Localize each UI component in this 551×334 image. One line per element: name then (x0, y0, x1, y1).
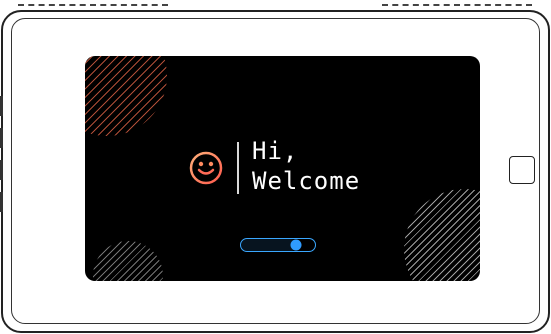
slider-fill (241, 239, 296, 251)
top-rib-right (382, 4, 532, 8)
side-rib-3 (0, 160, 3, 180)
decorative-stripes-right (404, 189, 480, 281)
display-screen: Hi, Welcome (85, 56, 480, 281)
greeting-line-1: Hi, (252, 137, 299, 165)
greeting-line-2: Welcome (252, 167, 361, 195)
top-rib-left (18, 4, 168, 8)
slider-knob[interactable] (290, 239, 302, 251)
decorative-stripes-bottom-left (93, 241, 163, 281)
greeting-divider (237, 142, 239, 194)
side-rib-4 (0, 192, 3, 212)
side-rib-2 (0, 128, 3, 148)
decorative-stripes-top-left (85, 56, 167, 136)
home-button[interactable] (509, 156, 535, 184)
welcome-greeting: Hi, Welcome (252, 136, 360, 196)
unlock-slider[interactable] (240, 238, 316, 252)
smiley-face-icon (189, 151, 223, 185)
side-rib-1 (0, 96, 3, 116)
